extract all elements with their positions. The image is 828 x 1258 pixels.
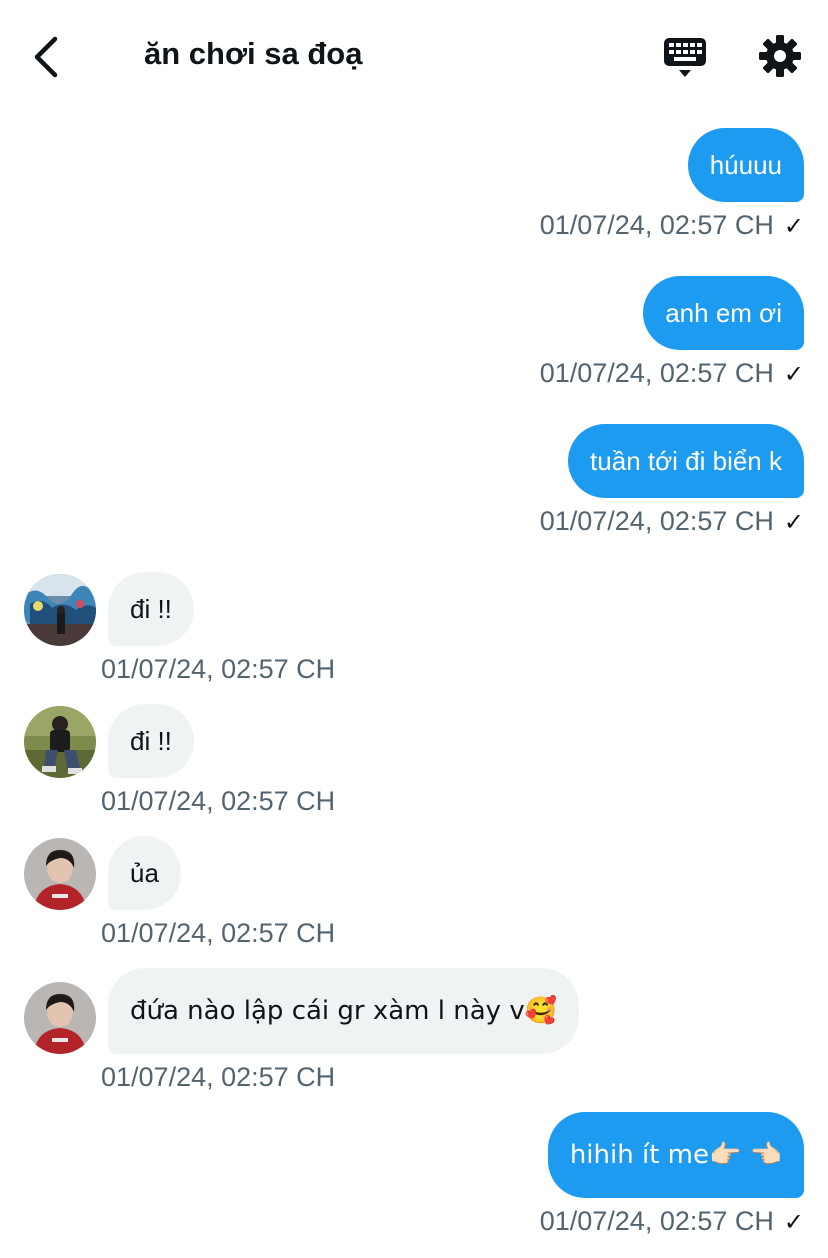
message-timestamp: 01/07/24, 02:57 CH ✓ [540, 210, 804, 241]
message-text: anh em ơi [665, 297, 782, 328]
timestamp-text: 01/07/24, 02:57 CH [539, 210, 774, 240]
incoming-message-bubble[interactable]: ủa [108, 836, 181, 910]
chat-screen: ăn chơi sa đoạ húuuu 01/07/24, 02:57 CH … [0, 0, 828, 1258]
message-timestamp: 01/07/24, 02:57 CH [101, 654, 336, 684]
message-text: hihih ít me👉🏻 👈🏻 [569, 1140, 782, 1170]
message-text: đi !! [130, 593, 172, 624]
avatar-grass[interactable] [24, 706, 96, 778]
outgoing-message-bubble[interactable]: tuần tới đi biển k [568, 424, 804, 498]
message-text: đi !! [130, 725, 172, 756]
chat-header: ăn chơi sa đoạ [0, 0, 828, 110]
timestamp-text: 01/07/24, 02:57 CH [539, 358, 774, 388]
avatar-image [24, 838, 96, 910]
settings-button[interactable] [758, 34, 802, 78]
sent-check-icon: ✓ [783, 1209, 804, 1236]
message-text: tuần tới đi biển k [590, 445, 782, 476]
sent-check-icon: ✓ [783, 361, 804, 388]
message-text: húuuu [709, 149, 782, 180]
timestamp-text: 01/07/24, 02:57 CH [539, 1206, 774, 1236]
outgoing-message-bubble[interactable]: anh em ơi [643, 276, 804, 350]
message-timestamp: 01/07/24, 02:57 CH ✓ [540, 506, 804, 537]
message-timestamp: 01/07/24, 02:57 CH [101, 1062, 336, 1092]
incoming-message-bubble[interactable]: đứa nào lập cái gr xàm l này v🥰 [108, 968, 580, 1054]
avatar-image [24, 982, 96, 1054]
incoming-message-bubble[interactable]: đi !! [108, 572, 194, 646]
back-arrow-icon [34, 36, 58, 78]
message-timestamp: 01/07/24, 02:57 CH [101, 918, 336, 948]
outgoing-message-bubble[interactable]: húuuu [687, 128, 804, 202]
sent-check-icon: ✓ [783, 213, 804, 240]
avatar-image [24, 574, 96, 646]
incoming-message-bubble[interactable]: đi !! [108, 704, 194, 778]
back-button[interactable] [28, 34, 64, 80]
keyboard-icon [664, 38, 706, 77]
conversation-title[interactable]: ăn chơi sa đoạ [144, 36, 362, 72]
gear-icon [759, 35, 801, 77]
message-text: đứa nào lập cái gr xàm l này v🥰 [130, 996, 558, 1026]
message-text: ủa [130, 857, 159, 888]
message-timestamp: 01/07/24, 02:57 CH [101, 786, 336, 816]
timestamp-text: 01/07/24, 02:57 CH [539, 506, 774, 536]
keyboard-shortcuts-button[interactable] [662, 36, 708, 80]
avatar-image [24, 706, 96, 778]
avatar-graffiti[interactable] [24, 574, 96, 646]
outgoing-message-bubble[interactable]: hihih ít me👉🏻 👈🏻 [547, 1112, 804, 1198]
avatar-red-hoodie[interactable] [24, 982, 96, 1054]
message-timestamp: 01/07/24, 02:57 CH ✓ [540, 358, 804, 389]
avatar-red-hoodie[interactable] [24, 838, 96, 910]
sent-check-icon: ✓ [783, 509, 804, 536]
message-timestamp: 01/07/24, 02:57 CH ✓ [540, 1206, 804, 1237]
